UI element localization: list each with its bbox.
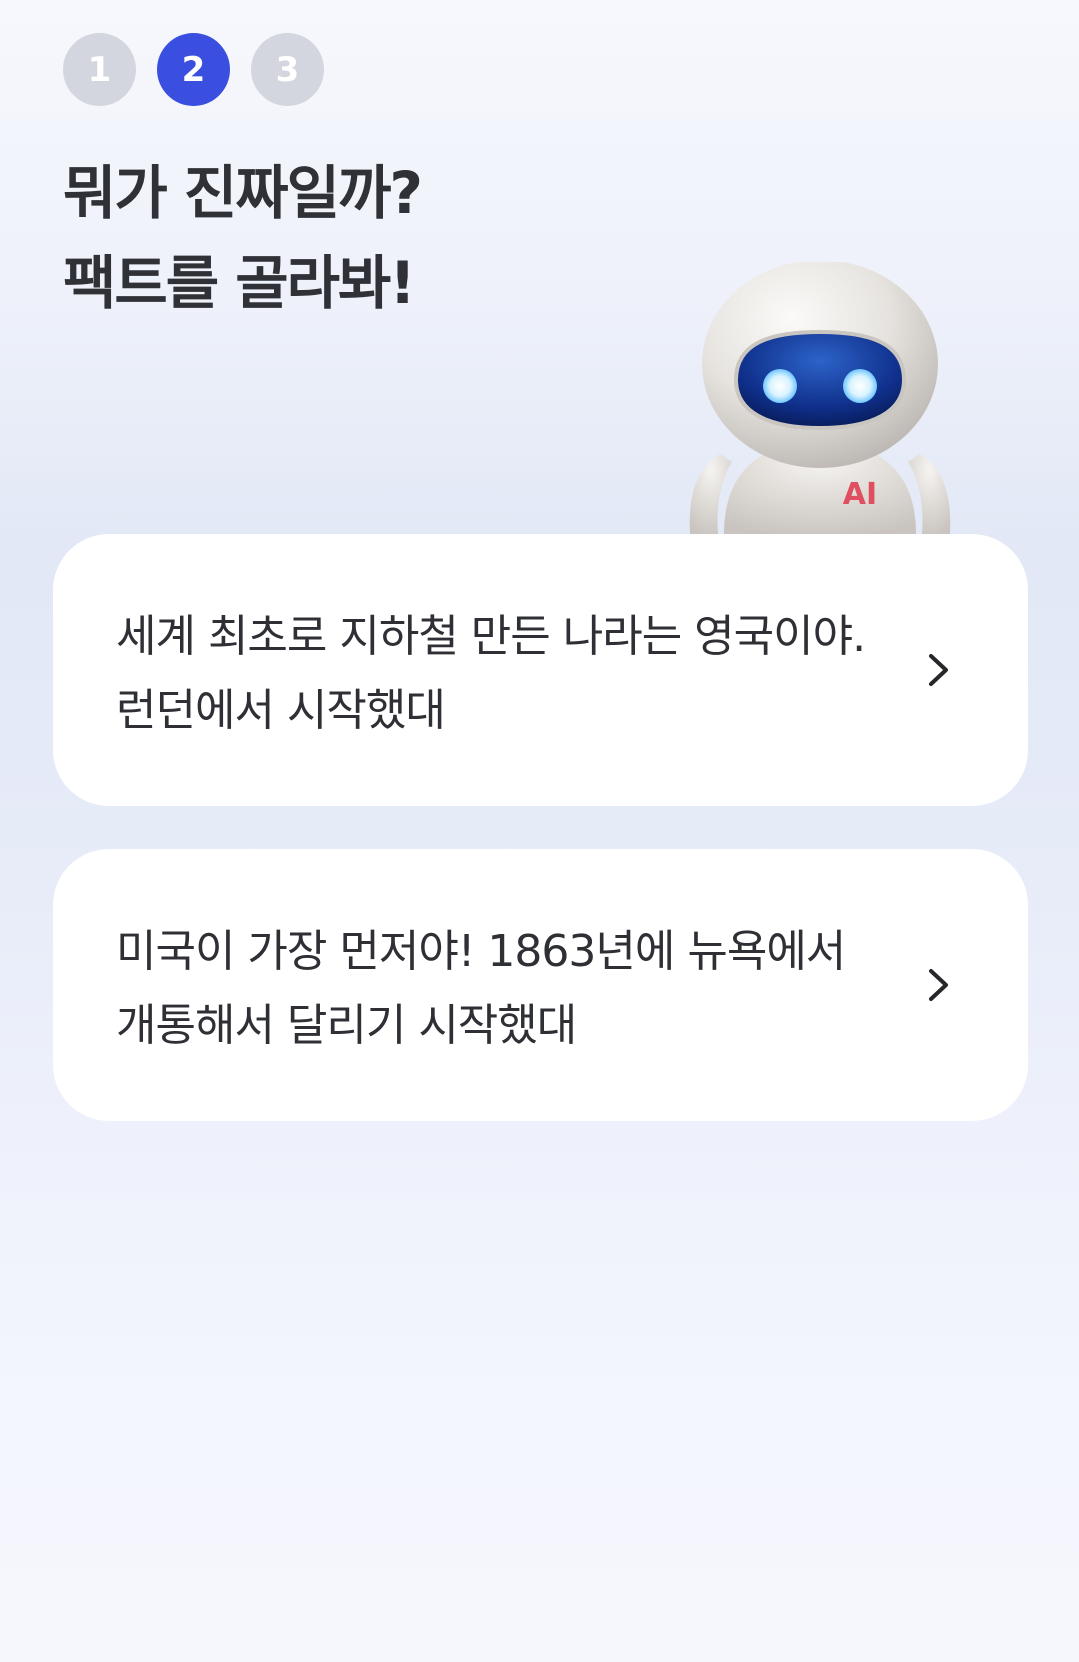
answer-option-2[interactable]: 미국이 가장 먼저야! 1863년에 뉴욕에서 개통해서 달리기 시작했대 — [53, 849, 1028, 1121]
page-title: 뭐가 진짜일까? 팩트를 골라봐! — [63, 148, 423, 328]
title-line-2: 팩트를 골라봐! — [63, 249, 416, 317]
step-2-current: 2 — [157, 33, 230, 106]
step-1: 1 — [63, 33, 136, 106]
chevron-right-icon — [929, 969, 948, 1001]
answer-option-1-text: 세계 최초로 지하철 만든 나라는 영국이야. 런던에서 시작했대 — [116, 611, 866, 736]
step-indicator: 1 2 3 — [63, 33, 324, 106]
step-3: 3 — [251, 33, 324, 106]
answer-option-1[interactable]: 세계 최초로 지하철 만든 나라는 영국이야. 런던에서 시작했대 — [53, 534, 1028, 806]
chevron-right-icon — [929, 654, 948, 686]
mascot-chest-label: AI — [843, 477, 877, 512]
robot-mascot-icon: AI — [689, 262, 951, 534]
title-line-1: 뭐가 진짜일까? — [63, 159, 423, 227]
answer-option-2-text: 미국이 가장 먼저야! 1863년에 뉴욕에서 개통해서 달리기 시작했대 — [116, 926, 846, 1051]
